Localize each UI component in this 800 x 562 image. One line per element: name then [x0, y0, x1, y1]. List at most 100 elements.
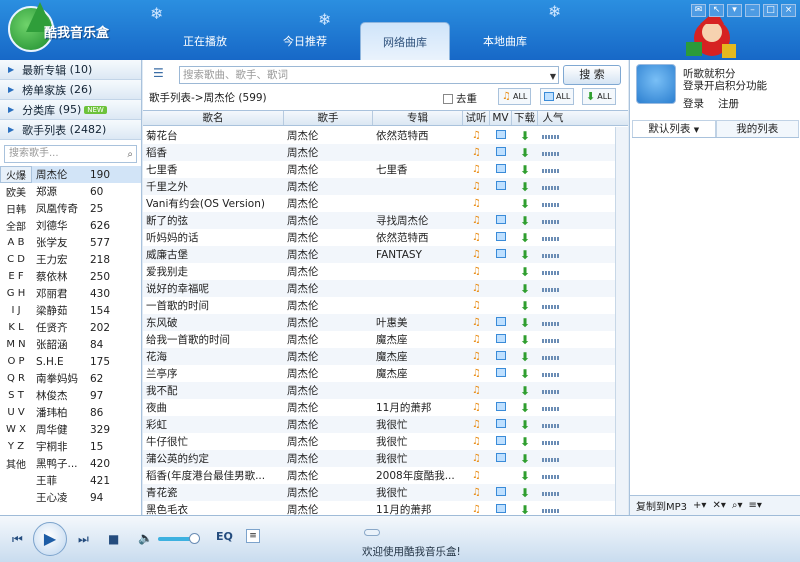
song-list-scrollbar[interactable] — [615, 127, 628, 515]
category-genres[interactable]: ▶ 分类库 (95) NEW — [0, 100, 141, 120]
tab-recommend[interactable]: 今日推荐 — [260, 22, 350, 60]
singer-item[interactable]: 郑源 60 — [32, 183, 141, 200]
mv-icon[interactable] — [496, 248, 506, 258]
letter-index-item[interactable]: C D — [0, 251, 32, 268]
menu-icon[interactable]: ▾ — [727, 4, 742, 17]
letter-index-item[interactable]: A B — [0, 234, 32, 251]
headphones-icon[interactable]: ♫ — [463, 334, 490, 345]
singer-item[interactable]: 黑鸭子... 420 — [32, 455, 141, 472]
playlist-icon[interactable]: ≡ — [246, 529, 260, 543]
download-arrow-icon[interactable]: ⬇ — [512, 469, 538, 483]
headphones-icon[interactable]: ♫ — [463, 266, 490, 277]
letter-index-item[interactable]: 火爆 — [0, 166, 32, 183]
download-arrow-icon[interactable]: ⬇ — [512, 367, 538, 381]
mv-icon[interactable] — [496, 435, 506, 445]
download-arrow-icon[interactable]: ⬇ — [512, 418, 538, 432]
table-row[interactable]: 一首歌的时间 周杰伦 ♫ ⬇ — [143, 297, 615, 314]
singer-item[interactable]: 王力宏 218 — [32, 251, 141, 268]
letter-index-item[interactable]: E F — [0, 268, 32, 285]
letter-index-item[interactable]: K L — [0, 319, 32, 336]
table-row[interactable]: 夜曲 周杰伦 11月的萧邦 ♫ ⬇ — [143, 399, 615, 416]
table-row[interactable]: 彩虹 周杰伦 我很忙 ♫ ⬇ — [143, 416, 615, 433]
close-icon[interactable]: × — [781, 4, 796, 17]
table-row[interactable]: 稻香 周杰伦 ♫ ⬇ — [143, 144, 615, 161]
letter-index-item[interactable]: 全部 — [0, 217, 32, 234]
singer-item[interactable]: 张韶涵 84 — [32, 336, 141, 353]
headphones-icon[interactable]: ♫ — [463, 368, 490, 379]
letter-index-item[interactable]: 其他 — [0, 455, 32, 472]
category-singers[interactable]: ▶ 歌手列表 (2482) — [0, 120, 141, 140]
download-arrow-icon[interactable]: ⬇ — [512, 248, 538, 262]
avatar[interactable] — [636, 64, 676, 104]
mv-icon[interactable] — [496, 231, 506, 241]
search-button[interactable]: 搜 索 — [563, 65, 621, 85]
mv-icon[interactable] — [496, 367, 506, 377]
download-arrow-icon[interactable]: ⬇ — [512, 299, 538, 313]
table-row[interactable]: 菊花台 周杰伦 依然范特西 ♫ ⬇ — [143, 127, 615, 144]
download-arrow-icon[interactable]: ⬇ — [512, 316, 538, 330]
category-latest-albums[interactable]: ▶ 最新专辑 (10) — [0, 60, 141, 80]
table-row[interactable]: 千里之外 周杰伦 ♫ ⬇ — [143, 178, 615, 195]
singer-item[interactable]: 梁静茹 154 — [32, 302, 141, 319]
headphones-icon[interactable]: ♫ — [463, 402, 490, 413]
progress-handle[interactable] — [364, 529, 380, 536]
letter-index-item[interactable]: G H — [0, 285, 32, 302]
table-row[interactable]: 听妈妈的话 周杰伦 依然范特西 ♫ ⬇ — [143, 229, 615, 246]
headphones-icon[interactable]: ♫ — [463, 164, 490, 175]
table-row[interactable]: 兰亭序 周杰伦 魔杰座 ♫ ⬇ — [143, 365, 615, 382]
singer-item[interactable]: 潘玮柏 86 — [32, 404, 141, 421]
col-artist[interactable]: 歌手 — [284, 111, 373, 125]
mv-icon[interactable] — [496, 401, 506, 411]
register-link[interactable]: 注册 — [718, 96, 739, 111]
table-row[interactable]: 青花瓷 周杰伦 我很忙 ♫ ⬇ — [143, 484, 615, 501]
menu-icon[interactable]: ≡▾ — [748, 500, 761, 511]
singer-item[interactable]: 王心凌 94 — [32, 489, 141, 506]
download-arrow-icon[interactable]: ⬇ — [512, 401, 538, 415]
mv-icon[interactable] — [496, 180, 506, 190]
tab-online-library[interactable]: 网络曲库 — [360, 22, 450, 60]
download-arrow-icon[interactable]: ⬇ — [512, 333, 538, 347]
headphones-icon[interactable]: ♫ — [463, 147, 490, 158]
download-arrow-icon[interactable]: ⬇ — [512, 231, 538, 245]
mv-icon[interactable] — [496, 316, 506, 326]
mv-icon[interactable] — [496, 350, 506, 360]
stop-icon[interactable]: ■ — [108, 532, 119, 546]
song-search-input[interactable]: 搜索歌曲、歌手、歌词 ▼ — [179, 66, 559, 84]
download-arrow-icon[interactable]: ⬇ — [512, 265, 538, 279]
mv-icon[interactable] — [496, 146, 506, 156]
find-icon[interactable]: ⌕▾ — [732, 500, 743, 511]
play-all-button[interactable]: ♫ ALL — [498, 88, 532, 105]
next-icon[interactable]: ⏭ — [78, 532, 89, 547]
download-arrow-icon[interactable]: ⬇ — [512, 180, 538, 194]
letter-index-item[interactable]: M N — [0, 336, 32, 353]
mv-icon[interactable] — [496, 503, 506, 513]
table-row[interactable]: 蒲公英的约定 周杰伦 我很忙 ♫ ⬇ — [143, 450, 615, 467]
download-arrow-icon[interactable]: ⬇ — [512, 282, 538, 296]
mini-mode-icon[interactable]: ↖ — [709, 4, 724, 17]
mv-icon[interactable] — [496, 163, 506, 173]
download-arrow-icon[interactable]: ⬇ — [512, 146, 538, 160]
singer-item[interactable]: 王菲 421 — [32, 472, 141, 489]
mv-icon[interactable] — [496, 418, 506, 428]
category-charts[interactable]: ▶ 榜单家族 (26) — [0, 80, 141, 100]
tab-default-list[interactable]: 默认列表 ▼ — [632, 120, 716, 137]
download-arrow-icon[interactable]: ⬇ — [512, 163, 538, 177]
col-album[interactable]: 专辑 — [373, 111, 463, 125]
login-link[interactable]: 登录 — [683, 96, 704, 111]
mv-all-button[interactable]: ALL — [540, 88, 575, 105]
copy-to-mp3-button[interactable]: 复制到MP3 — [636, 498, 687, 513]
letter-index-item[interactable]: U V — [0, 404, 32, 421]
headphones-icon[interactable]: ♫ — [463, 249, 490, 260]
maximize-icon[interactable]: □ — [763, 4, 778, 17]
singer-item[interactable]: S.H.E 175 — [32, 353, 141, 370]
col-play[interactable]: 试听 — [463, 111, 490, 125]
table-row[interactable]: 我不配 周杰伦 ♫ ⬇ — [143, 382, 615, 399]
headphones-icon[interactable]: ♫ — [463, 181, 490, 192]
table-row[interactable]: 断了的弦 周杰伦 寻找周杰伦 ♫ ⬇ — [143, 212, 615, 229]
letter-index-item[interactable]: Y Z — [0, 438, 32, 455]
singer-item[interactable]: 南拳妈妈 62 — [32, 370, 141, 387]
singer-item[interactable]: 林俊杰 97 — [32, 387, 141, 404]
mv-icon[interactable] — [496, 333, 506, 343]
download-arrow-icon[interactable]: ⬇ — [512, 384, 538, 398]
table-row[interactable]: 花海 周杰伦 魔杰座 ♫ ⬇ — [143, 348, 615, 365]
